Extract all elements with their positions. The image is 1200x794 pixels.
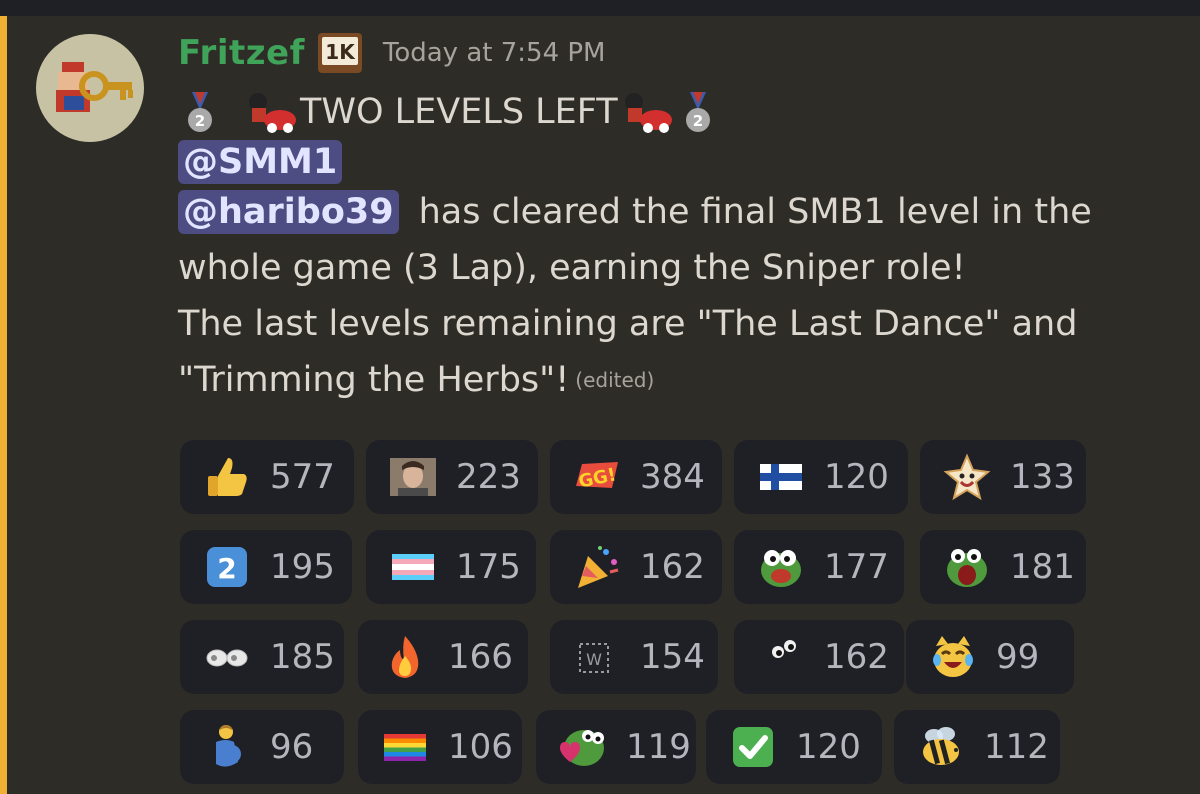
reaction-count: 154 xyxy=(640,637,705,677)
thumbs-up-icon xyxy=(202,452,252,502)
pepe-frog-shout-icon xyxy=(942,542,992,592)
reaction-eyes-small[interactable]: 162 xyxy=(734,620,904,694)
role-mention-line: @SMM1 xyxy=(178,140,1178,184)
svg-text:2: 2 xyxy=(692,112,702,130)
body-line-4: "Trimming the Herbs"! (edited) xyxy=(178,352,1178,408)
reaction-thumbs-up[interactable]: 577 xyxy=(180,440,354,514)
reaction-count: 175 xyxy=(456,547,521,587)
reaction-check-mark[interactable]: 120 xyxy=(706,710,882,784)
reaction-keycap-2[interactable]: 2 195 xyxy=(180,530,352,604)
timestamp: Today at 7:54 PM xyxy=(382,38,606,68)
reaction-count: 120 xyxy=(824,457,889,497)
reaction-count: 96 xyxy=(270,727,314,767)
reaction-w[interactable]: W 154 xyxy=(550,620,718,694)
title-text: TWO LEVELS LEFT xyxy=(300,92,618,132)
party-popper-icon xyxy=(572,542,622,592)
googly-eyes-icon xyxy=(202,632,252,682)
reaction-googly-eyes[interactable]: 185 xyxy=(180,620,344,694)
message-header: Fritzef 1K Today at 7:54 PM xyxy=(178,28,606,78)
top-bar xyxy=(0,0,1200,16)
w-placeholder-icon: W xyxy=(572,632,622,682)
kart-racer-icon xyxy=(242,90,300,134)
role-mention[interactable]: @SMM1 xyxy=(178,140,343,184)
kart-racer-icon xyxy=(618,90,676,134)
second-place-medal-icon: 2 xyxy=(676,90,720,134)
reaction-count: 177 xyxy=(824,547,889,587)
pepe-frog-icon xyxy=(756,542,806,592)
reaction-count: 162 xyxy=(824,637,889,677)
1k-badge-icon: 1K xyxy=(317,32,363,74)
body-text-4: "Trimming the Herbs"! xyxy=(178,360,570,400)
svg-text:W: W xyxy=(586,650,602,669)
reaction-rainbow-flag[interactable]: 106 xyxy=(358,710,522,784)
highlight-accent-bar xyxy=(0,16,7,794)
title-line: 2 TWO LEVELS LEFT 2 xyxy=(178,84,1178,140)
reaction-count: 384 xyxy=(640,457,705,497)
rainbow-flag-icon xyxy=(380,722,430,772)
reaction-count: 119 xyxy=(626,727,691,767)
frog-heart-icon xyxy=(558,722,608,772)
bee-icon xyxy=(916,722,966,772)
reaction-count: 133 xyxy=(1010,457,1075,497)
transgender-flag-icon xyxy=(388,542,438,592)
body-line-1: @haribo39 has cleared the final SMB1 lev… xyxy=(178,184,1178,240)
reaction-count: 195 xyxy=(270,547,335,587)
svg-text:1K: 1K xyxy=(325,40,356,64)
fire-icon xyxy=(380,632,430,682)
reaction-count: 99 xyxy=(996,637,1040,677)
second-place-medal-icon: 2 xyxy=(178,90,222,134)
reaction-count: 577 xyxy=(270,457,335,497)
body-line-3: The last levels remaining are "The Last … xyxy=(178,304,1078,344)
edited-label: (edited) xyxy=(575,368,655,392)
finland-flag-icon xyxy=(756,452,806,502)
cat-tears-of-joy-icon xyxy=(928,632,978,682)
reaction-transgender-flag[interactable]: 175 xyxy=(366,530,536,604)
gg-icon: GG! xyxy=(572,452,622,502)
reaction-cat-tears-of-joy[interactable]: 99 xyxy=(906,620,1074,694)
reaction-party-popper[interactable]: 162 xyxy=(550,530,722,604)
user-mention[interactable]: @haribo39 xyxy=(178,190,399,234)
body-line-2: whole game (3 Lap), earning the Sniper r… xyxy=(178,248,966,288)
reaction-gg[interactable]: GG! 384 xyxy=(550,440,722,514)
message-content: 2 TWO LEVELS LEFT 2 @SMM1 @haribo39 has … xyxy=(178,84,1178,408)
reaction-count: 166 xyxy=(448,637,513,677)
reaction-count: 106 xyxy=(448,727,513,767)
reaction-pepe-frog[interactable]: 177 xyxy=(734,530,904,604)
check-mark-icon xyxy=(728,722,778,772)
person-photo-icon xyxy=(388,452,438,502)
reaction-count: 185 xyxy=(270,637,335,677)
star-face-icon xyxy=(942,452,992,502)
reaction-count: 181 xyxy=(1010,547,1075,587)
keycap-2-icon: 2 xyxy=(202,542,252,592)
reaction-fire[interactable]: 166 xyxy=(358,620,528,694)
reaction-star-face[interactable]: 133 xyxy=(920,440,1086,514)
reaction-pepe-frog-shout[interactable]: 181 xyxy=(920,530,1086,604)
body-text-1: has cleared the final SMB1 level in the xyxy=(418,192,1092,232)
svg-text:2: 2 xyxy=(217,552,236,585)
reaction-count: 162 xyxy=(640,547,705,587)
reaction-count: 112 xyxy=(984,727,1049,767)
reaction-pregnant-man[interactable]: 96 xyxy=(180,710,344,784)
reaction-frog-heart[interactable]: 119 xyxy=(536,710,696,784)
reaction-count: 223 xyxy=(456,457,521,497)
avatar[interactable] xyxy=(36,34,144,142)
eyes-small-icon xyxy=(756,632,806,682)
username[interactable]: Fritzef xyxy=(178,33,305,73)
pregnant-man-icon xyxy=(202,722,252,772)
reaction-count: 120 xyxy=(796,727,861,767)
reaction-bee[interactable]: 112 xyxy=(894,710,1060,784)
svg-text:2: 2 xyxy=(195,112,205,130)
reaction-finland-flag[interactable]: 120 xyxy=(734,440,908,514)
reaction-person-photo[interactable]: 223 xyxy=(366,440,538,514)
